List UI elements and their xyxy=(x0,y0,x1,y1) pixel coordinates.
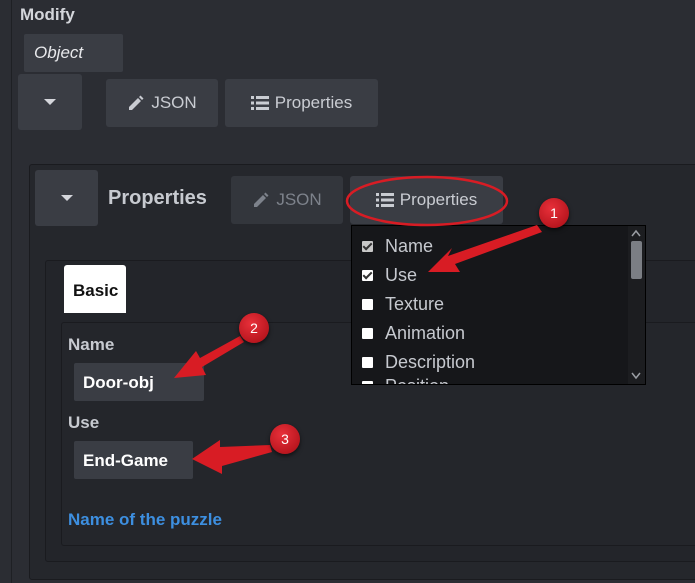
checkbox-checked-icon[interactable] xyxy=(362,241,373,252)
modify-json-label: JSON xyxy=(151,93,197,112)
list-icon xyxy=(250,96,269,110)
modify-properties-label: Properties xyxy=(274,93,353,112)
dropdown-item-label: Texture xyxy=(385,294,445,314)
name-label: Name xyxy=(68,335,115,354)
dropdown-item-description[interactable]: Description xyxy=(362,352,475,373)
dropdown-item-label: Animation xyxy=(385,323,466,343)
pencil-icon xyxy=(254,192,269,207)
caret-down-icon xyxy=(44,99,56,105)
annotation-marker-1: 1 xyxy=(539,198,569,228)
properties-dropdown: Name Use Texture Animation Description P… xyxy=(351,225,646,385)
puzzle-name-link[interactable]: Name of the puzzle xyxy=(68,510,222,530)
dropdown-item-animation[interactable]: Animation xyxy=(362,323,465,344)
dropdown-item-label: Use xyxy=(385,265,418,285)
dropdown-item-position[interactable]: Position xyxy=(362,376,449,384)
use-label: Use xyxy=(68,413,100,432)
dropdown-item-texture[interactable]: Texture xyxy=(362,294,444,315)
properties-json-button[interactable]: JSON xyxy=(231,176,343,224)
left-divider xyxy=(11,0,12,583)
dropdown-item-label: Position xyxy=(385,376,449,384)
caret-down-icon xyxy=(60,195,73,201)
checkbox-icon[interactable] xyxy=(362,357,373,368)
checkbox-icon[interactable] xyxy=(362,381,373,384)
dropdown-item-name[interactable]: Name xyxy=(362,236,433,257)
checkbox-icon[interactable] xyxy=(362,328,373,339)
tab-basic[interactable]: Basic xyxy=(64,265,126,313)
annotation-marker-3: 3 xyxy=(270,424,300,454)
dropdown-item-label: Name xyxy=(385,236,434,256)
annotation-marker-2: 2 xyxy=(239,313,269,343)
pencil-icon xyxy=(129,95,144,110)
use-field[interactable]: End-Game xyxy=(74,441,193,479)
checkbox-checked-icon[interactable] xyxy=(362,270,373,281)
properties-properties-label: Properties xyxy=(399,190,478,209)
properties-collapse-button[interactable] xyxy=(35,170,98,226)
dropdown-item-use[interactable]: Use xyxy=(362,265,417,286)
modify-collapse-button[interactable] xyxy=(18,74,82,130)
object-type-badge: Object xyxy=(24,34,123,72)
checkbox-icon[interactable] xyxy=(362,299,373,310)
name-field[interactable]: Door-obj xyxy=(74,363,204,401)
properties-title: Properties xyxy=(108,187,207,209)
modify-properties-button[interactable]: Properties xyxy=(225,79,378,127)
properties-json-label: JSON xyxy=(276,190,322,209)
dropdown-scroll-thumb[interactable] xyxy=(631,241,642,279)
list-icon xyxy=(375,193,394,207)
modify-json-button[interactable]: JSON xyxy=(106,79,218,127)
modify-title: Modify xyxy=(20,5,75,24)
properties-properties-button[interactable]: Properties xyxy=(350,176,503,224)
dropdown-item-label: Description xyxy=(385,352,476,372)
